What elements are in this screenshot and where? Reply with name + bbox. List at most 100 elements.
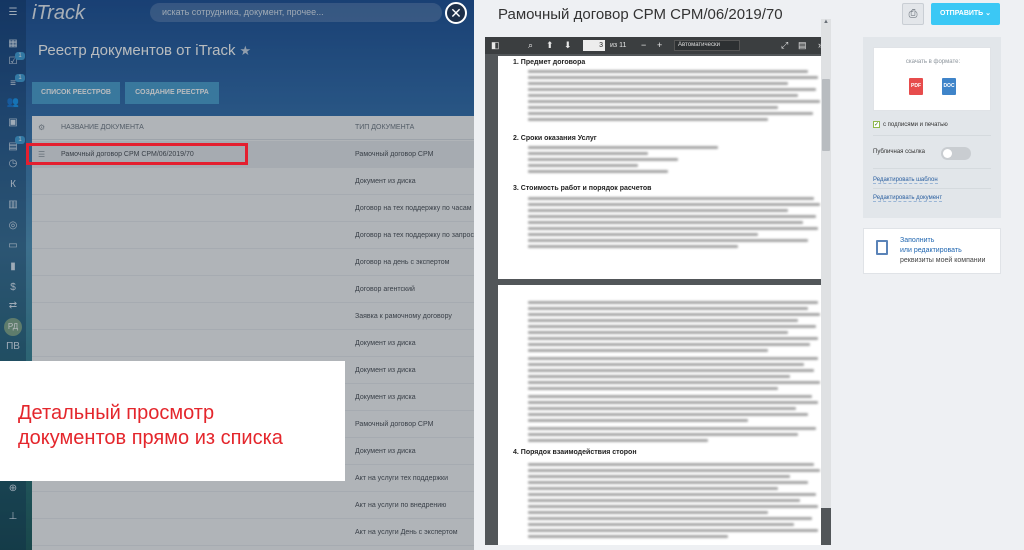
sidebar-avatar-rd[interactable]: РД	[4, 318, 22, 336]
document-type-cell: Рамочный договор СРМ	[355, 421, 434, 428]
edit-template-link[interactable]: Редактировать шаблон	[873, 177, 938, 184]
document-actions-panel: скачать в формате: PDF DOC ✓ с подписями …	[863, 37, 1001, 218]
pin-icon[interactable]: ⊥	[5, 510, 21, 524]
expand-icon[interactable]: ⊕	[5, 482, 21, 496]
documents-table: ⚙ НАЗВАНИЕ ДОКУМЕНТА ТИП ДОКУМЕНТА ☰ Рамо…	[32, 116, 474, 550]
table-row[interactable]: Документ из диска	[32, 330, 474, 357]
chevron-down-icon: ⌄	[985, 10, 992, 17]
document-type-cell: Договор на тех поддержку по часам	[355, 205, 472, 212]
company-icon[interactable]: ▥	[5, 198, 21, 212]
zoom-select[interactable]: Автоматически	[674, 40, 740, 51]
signature-checkbox[interactable]: ✓ с подписями и печатью	[873, 121, 948, 128]
page-count: из 11	[610, 42, 627, 49]
document-type-cell: Рамочный договор СРМ	[355, 151, 434, 158]
document-type-cell: Документ из диска	[355, 448, 416, 455]
inbox-icon[interactable]: ▣	[5, 116, 21, 130]
public-link-toggle[interactable]	[941, 147, 971, 160]
table-row[interactable]: Договор на тех поддержку по часам	[32, 195, 474, 222]
table-row[interactable]: Акт на услуги по внедрению	[32, 492, 474, 519]
search-input[interactable]: искать сотрудника, документ, прочее...	[150, 3, 442, 22]
table-row[interactable]: ☰ Рамочный договор СРМ СРМ/06/2019/70 Рамо…	[32, 141, 474, 168]
filter-badge: 1	[15, 74, 25, 82]
document-type-cell: Договор на день с экспертом	[355, 259, 450, 266]
transfer-icon[interactable]: ⇄	[5, 299, 21, 313]
download-box: скачать в формате: PDF DOC	[873, 47, 991, 111]
viewer-title: Рамочный договор СРМ СРМ/06/2019/70	[498, 6, 783, 23]
document-type-cell: Договор агентский	[355, 286, 415, 293]
row-menu-icon[interactable]: ☰	[38, 141, 45, 168]
sidebar-k[interactable]: К	[5, 178, 21, 192]
screen: ☰ ▦ ☑ 1 ≡ 1 👥 ▣ ▤ 1 ◷ К ▥ ◎ ▭ ▮ $ ⇄ РД П…	[0, 0, 1024, 550]
gear-icon[interactable]: ⚙	[38, 116, 45, 140]
users-icon[interactable]: 👥	[5, 96, 21, 110]
find-icon[interactable]: ⌕	[528, 37, 533, 54]
money-icon[interactable]: $	[5, 281, 21, 295]
column-header-name[interactable]: НАЗВАНИЕ ДОКУМЕНТА	[61, 116, 144, 140]
clock-icon[interactable]: ◷	[5, 157, 21, 171]
document-type-cell: Документ из диска	[355, 178, 416, 185]
public-link-label: Публичная ссылка	[873, 149, 925, 155]
document-type-cell: Заявка к рамочному договору	[355, 313, 452, 320]
promo-line-2: документов прямо из списка	[18, 427, 283, 449]
previous-page-icon[interactable]: ⬆	[546, 37, 554, 54]
table-row[interactable]: Договор на тех поддержку по запросам	[32, 222, 474, 249]
divider	[873, 168, 991, 169]
document-type-cell: Договор на тех поддержку по запросам	[355, 232, 474, 239]
section-heading-3: 3. Стоимость работ и порядок расчетов	[513, 185, 652, 192]
edit-link[interactable]: или редактировать	[900, 247, 962, 254]
sidebar-pv[interactable]: ПВ	[5, 340, 21, 354]
table-row[interactable]: Документ из диска	[32, 168, 474, 195]
next-page-icon[interactable]: ⬇	[564, 37, 572, 54]
top-bar: iTrack искать сотрудника, документ, проч…	[0, 0, 474, 26]
doc-file-icon[interactable]: DOC	[942, 78, 956, 95]
divider	[873, 188, 991, 189]
promo-banner: Детальный просмотр документов прямо из с…	[0, 361, 345, 481]
create-registry-button[interactable]: СОЗДАНИЕ РЕЕСТРА	[125, 82, 219, 104]
page-number-input[interactable]: 3	[583, 40, 605, 51]
divider	[873, 135, 991, 136]
promo-line-1: Детальный просмотр	[18, 402, 215, 424]
table-row[interactable]: Заявка к рамочному договору	[32, 303, 474, 330]
app-background: ☰ ▦ ☑ 1 ≡ 1 👥 ▣ ▤ 1 ◷ К ▥ ◎ ▭ ▮ $ ⇄ РД П…	[0, 0, 474, 550]
registry-list-button[interactable]: СПИСОК РЕЕСТРОВ	[32, 82, 120, 104]
pdf-page-1: 1. Предмет договора 2. Сроки оказания Ус…	[498, 56, 821, 279]
column-header-type[interactable]: ТИП ДОКУМЕНТА	[355, 116, 414, 140]
page-title-text: Реестр документов от iTrack	[38, 42, 236, 59]
table-row[interactable]: Акт на услуги День с экспертом	[32, 519, 474, 546]
company-details-text: реквизиты моей компании	[900, 257, 986, 264]
document-type-cell: Документ из диска	[355, 340, 416, 347]
zoom-in-icon[interactable]: +	[657, 37, 662, 54]
close-icon[interactable]: ✕	[445, 2, 467, 24]
chart-icon[interactable]: ▮	[5, 260, 21, 274]
send-button[interactable]: ОТПРАВИТЬ ⌄	[931, 3, 1000, 25]
checkbox-checked-icon[interactable]: ✓	[873, 121, 880, 128]
star-icon[interactable]: ★	[240, 43, 252, 58]
scrollbar-thumb[interactable]	[822, 79, 830, 151]
pdf-scrollbar[interactable]: ▲	[821, 19, 831, 508]
print-button[interactable]: ⎙	[902, 3, 924, 25]
document-type-cell: Документ из диска	[355, 367, 416, 374]
table-row[interactable]: Договор на день с экспертом	[32, 249, 474, 276]
target-icon[interactable]: ◎	[5, 219, 21, 233]
logo[interactable]: iTrack	[32, 2, 85, 25]
download-icon[interactable]: ▤	[798, 37, 807, 54]
company-details-panel: Заполнить или редактировать реквизиты мо…	[863, 228, 1001, 274]
table-row[interactable]: Договор агентский	[32, 276, 474, 303]
document-icon[interactable]: ▭	[5, 239, 21, 253]
zoom-out-icon[interactable]: −	[641, 37, 646, 54]
pdf-file-icon[interactable]: PDF	[909, 78, 923, 95]
document-type-cell: Акт на услуги по внедрению	[355, 502, 447, 509]
signature-checkbox-label: с подписями и печатью	[883, 122, 948, 129]
dashboard-icon[interactable]: ▦	[5, 37, 21, 51]
document-type-cell: Акт на услуги День с экспертом	[355, 529, 458, 536]
sidebar-toggle-icon[interactable]: ◧	[491, 37, 500, 54]
chat-badge: 1	[15, 136, 25, 144]
tasks-badge: 1	[15, 52, 25, 60]
fullscreen-icon[interactable]: ⤢	[781, 37, 788, 54]
fill-link[interactable]: Заполнить	[900, 237, 934, 244]
document-name-cell[interactable]: Рамочный договор СРМ СРМ/06/2019/70	[61, 141, 194, 168]
pdf-toolbar: ◧ ⌕ ⬆ ⬇ 3 из 11 − + Автоматически ⤢ ▤ »	[485, 37, 831, 54]
edit-document-link[interactable]: Редактировать документ	[873, 195, 943, 202]
scroll-up-icon[interactable]: ▲	[822, 19, 830, 29]
document-viewer: Рамочный договор СРМ СРМ/06/2019/70 ⎙ ОТ…	[474, 0, 1024, 550]
